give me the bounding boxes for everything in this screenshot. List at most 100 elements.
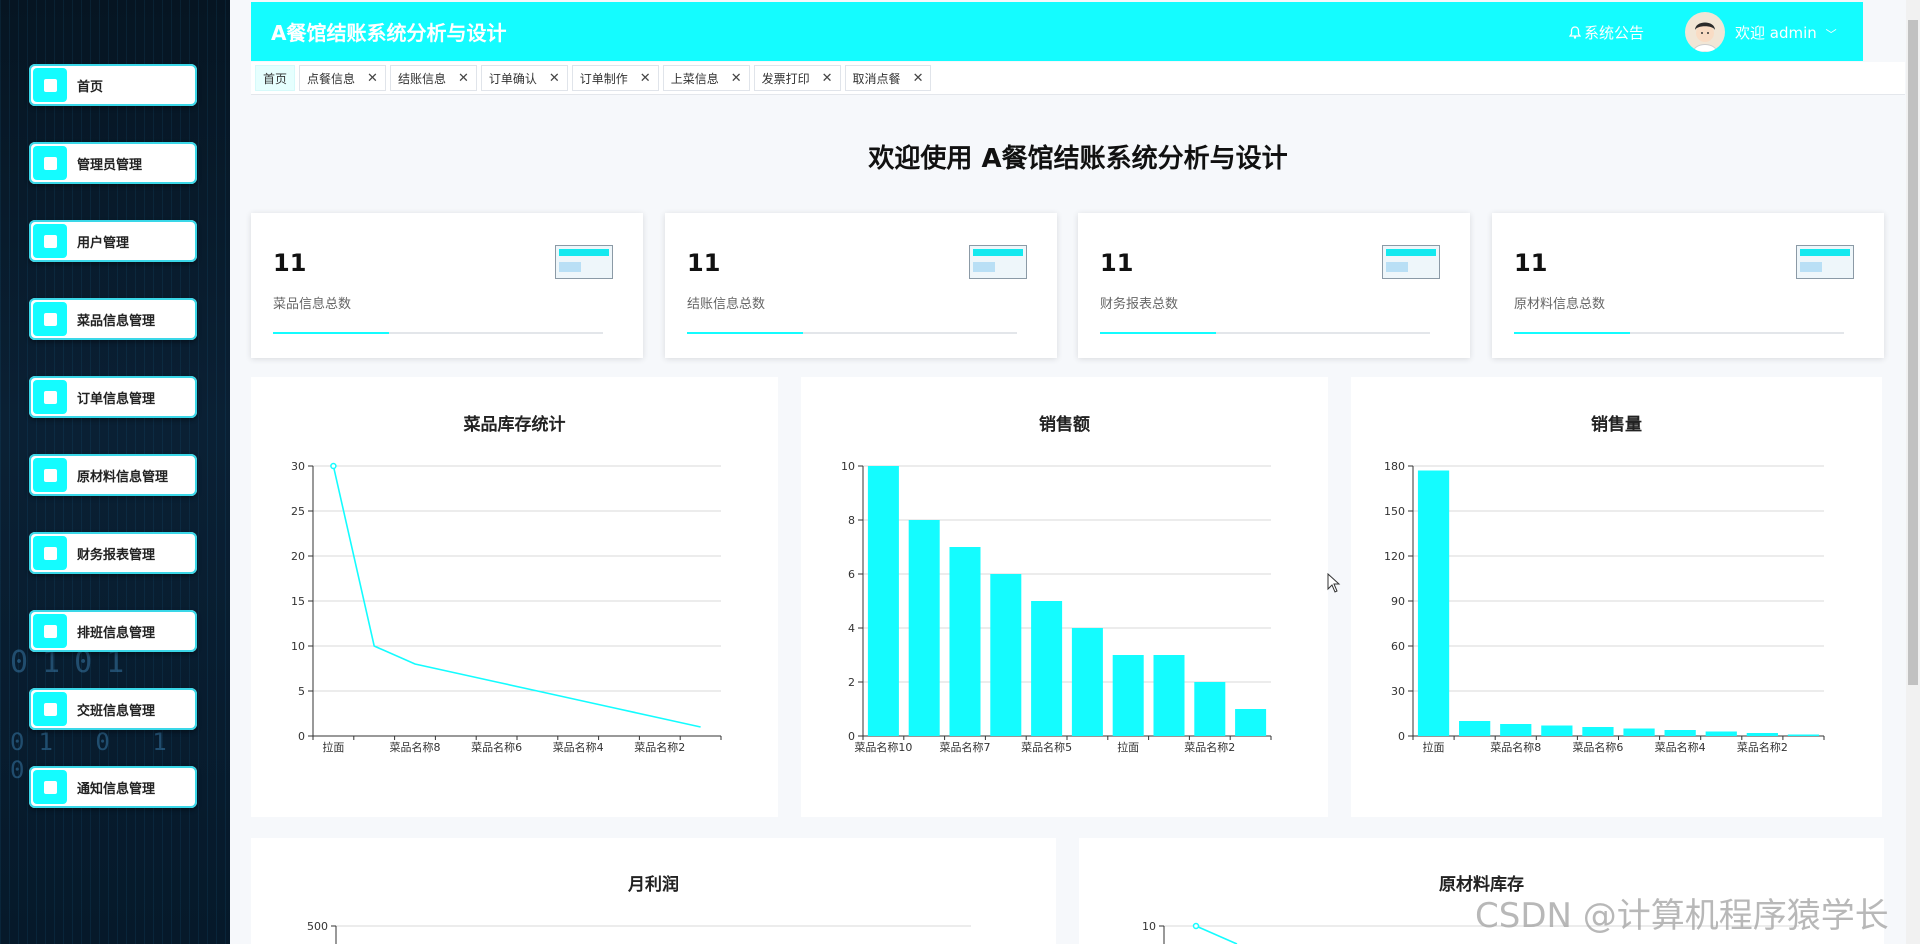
close-icon[interactable]: ✕ <box>640 71 651 86</box>
sidebar-item-label: 通知信息管理 <box>77 781 156 797</box>
close-icon[interactable]: ✕ <box>822 71 833 86</box>
close-icon[interactable]: ✕ <box>367 71 378 86</box>
y-tick-label: 30 <box>1391 685 1405 698</box>
doc-icon <box>33 614 67 648</box>
user-menu[interactable]: 欢迎 admin ﹀ <box>1735 22 1837 43</box>
bar <box>1705 731 1737 736</box>
close-icon[interactable]: ✕ <box>731 71 742 86</box>
sidebar-item[interactable]: 排班信息管理 <box>29 610 197 652</box>
y-tick-label: 8 <box>848 514 855 527</box>
system-notice-label: 系统公告 <box>1584 24 1645 42</box>
tab[interactable]: 结账信息 ✕ <box>389 65 477 91</box>
x-tick-label: 菜品名称6 <box>1572 740 1623 754</box>
y-tick-label: 90 <box>1391 595 1405 608</box>
sidebar-item-label: 财务报表管理 <box>77 547 156 563</box>
chart-panel-stock: 菜品库存统计 0 5 10 15 20 25 30 拉面 菜品名称8 菜品名称6 菜品名称4 菜品名称… <box>251 377 778 817</box>
scrollbar-thumb[interactable] <box>1908 20 1918 685</box>
tab[interactable]: 点餐信息 ✕ <box>299 65 386 91</box>
top-header: A餐馆结账系统分析与设计 系统公告 欢迎 admin ﹀ <box>251 2 1863 61</box>
bar <box>1582 727 1614 736</box>
x-tick-label: 拉面 <box>322 740 344 754</box>
y-tick-label: 10 <box>841 460 855 473</box>
bell-icon <box>1569 26 1581 39</box>
sidebar-item[interactable]: 管理员管理 <box>29 142 197 184</box>
sidebar-item[interactable]: 菜品信息管理 <box>29 298 197 340</box>
chart-panel-sales-amount: 销售额 0 2 4 6 8 10 菜品名称10 菜品名称7 菜品名称5 拉面 菜品名称2 <box>801 377 1328 817</box>
avatar[interactable] <box>1685 12 1725 52</box>
x-tick-label: 菜品名称2 <box>1184 740 1235 754</box>
tab[interactable]: 订单确认 ✕ <box>480 65 568 91</box>
close-icon[interactable]: ✕ <box>913 71 924 86</box>
bar <box>1194 682 1226 736</box>
bar <box>1153 655 1185 736</box>
tab[interactable]: 发票打印 ✕ <box>753 65 841 91</box>
stat-progress-fill <box>687 332 803 334</box>
stat-value: 11 <box>273 249 307 277</box>
stat-card: 11 原材料信息总数 <box>1492 213 1884 358</box>
sidebar-item[interactable]: 原材料信息管理 <box>29 454 197 496</box>
sidebar-item-label: 订单信息管理 <box>77 391 156 407</box>
tab[interactable]: 取消点餐 ✕ <box>844 65 932 91</box>
grid-icon <box>33 302 67 336</box>
stock-line-chart: 0 5 10 15 20 25 30 拉面 菜品名称8 菜品名称6 菜品名称4 菜品名称2 <box>291 460 722 754</box>
x-tick-label: 菜品名称10 <box>854 740 912 754</box>
y-tick-label: 4 <box>848 622 855 635</box>
x-tick-label: 菜品名称2 <box>634 740 685 754</box>
doc-icon <box>33 146 67 180</box>
tab[interactable]: 上菜信息 ✕ <box>662 65 750 91</box>
x-tick-label: 菜品名称8 <box>390 740 441 754</box>
sidebar-item[interactable]: 通知信息管理 <box>29 766 197 808</box>
stat-progress-bar <box>273 332 603 334</box>
sidebar-item-label: 菜品信息管理 <box>77 313 156 329</box>
stat-label: 财务报表总数 <box>1100 297 1179 312</box>
tab[interactable]: 订单制作 ✕ <box>571 65 659 91</box>
page-scrollbar[interactable] <box>1906 0 1920 944</box>
user-icon <box>33 224 67 258</box>
y-tick-label: 0 <box>298 730 305 743</box>
data-point <box>1192 922 1200 930</box>
tab[interactable]: 首页 <box>255 65 296 91</box>
sidebar-item[interactable]: 用户管理 <box>29 220 197 262</box>
sales-volume-bar-chart: 0 30 60 90 120 150 180 拉面 菜品名称8 菜品名称6 菜品名称4 菜品名称2 <box>1384 460 1825 754</box>
y-tick-label: 60 <box>1391 640 1405 653</box>
mouse-cursor-icon <box>1327 573 1341 593</box>
sidebar-item[interactable]: 首页 <box>29 64 197 106</box>
app-title: A餐馆结账系统分析与设计 <box>271 21 507 45</box>
tab-label: 上菜信息 <box>670 71 719 86</box>
system-notice-link[interactable]: 系统公告 <box>1569 22 1644 43</box>
bar <box>1541 725 1573 736</box>
series-line <box>332 465 701 728</box>
stat-value: 11 <box>687 249 721 277</box>
sidebar-item-label: 管理员管理 <box>77 157 143 173</box>
sidebar-item-label: 原材料信息管理 <box>77 469 169 485</box>
series-line <box>1195 925 1238 944</box>
sidebar-item[interactable]: 订单信息管理 <box>29 376 197 418</box>
stat-thumbnail-image <box>969 245 1027 279</box>
y-tick-label: 30 <box>291 460 305 473</box>
chart-panel-monthly-profit: 月利润 500 <box>251 838 1056 944</box>
y-tick-label: 20 <box>291 550 305 563</box>
tab-label: 首页 <box>263 71 288 86</box>
chevron-down-icon: ﹀ <box>1825 28 1837 41</box>
circle-icon <box>33 692 67 726</box>
y-tick-label: 150 <box>1384 505 1405 518</box>
page-title: 欢迎使用 A餐馆结账系统分析与设计 <box>868 144 1288 174</box>
bar <box>1623 728 1655 736</box>
y-tick-label: 10 <box>1142 920 1156 933</box>
y-tick-label: 180 <box>1384 460 1405 473</box>
x-tick-label: 菜品名称6 <box>471 740 522 754</box>
x-tick-label: 菜品名称8 <box>1490 740 1541 754</box>
y-tick-label: 5 <box>298 685 305 698</box>
close-icon[interactable]: ✕ <box>549 71 560 86</box>
close-icon[interactable]: ✕ <box>458 71 469 86</box>
stat-progress-fill <box>1514 332 1630 334</box>
sidebar-item[interactable]: 财务报表管理 <box>29 532 197 574</box>
doc-icon <box>33 770 67 804</box>
y-tick-label: 15 <box>291 595 305 608</box>
bar <box>949 547 981 736</box>
y-tick-label: 25 <box>291 505 305 518</box>
tab-label: 点餐信息 <box>307 71 356 86</box>
sidebar-item[interactable]: 交班信息管理 <box>29 688 197 730</box>
y-tick-label: 500 <box>307 920 328 933</box>
bar <box>1787 734 1820 736</box>
